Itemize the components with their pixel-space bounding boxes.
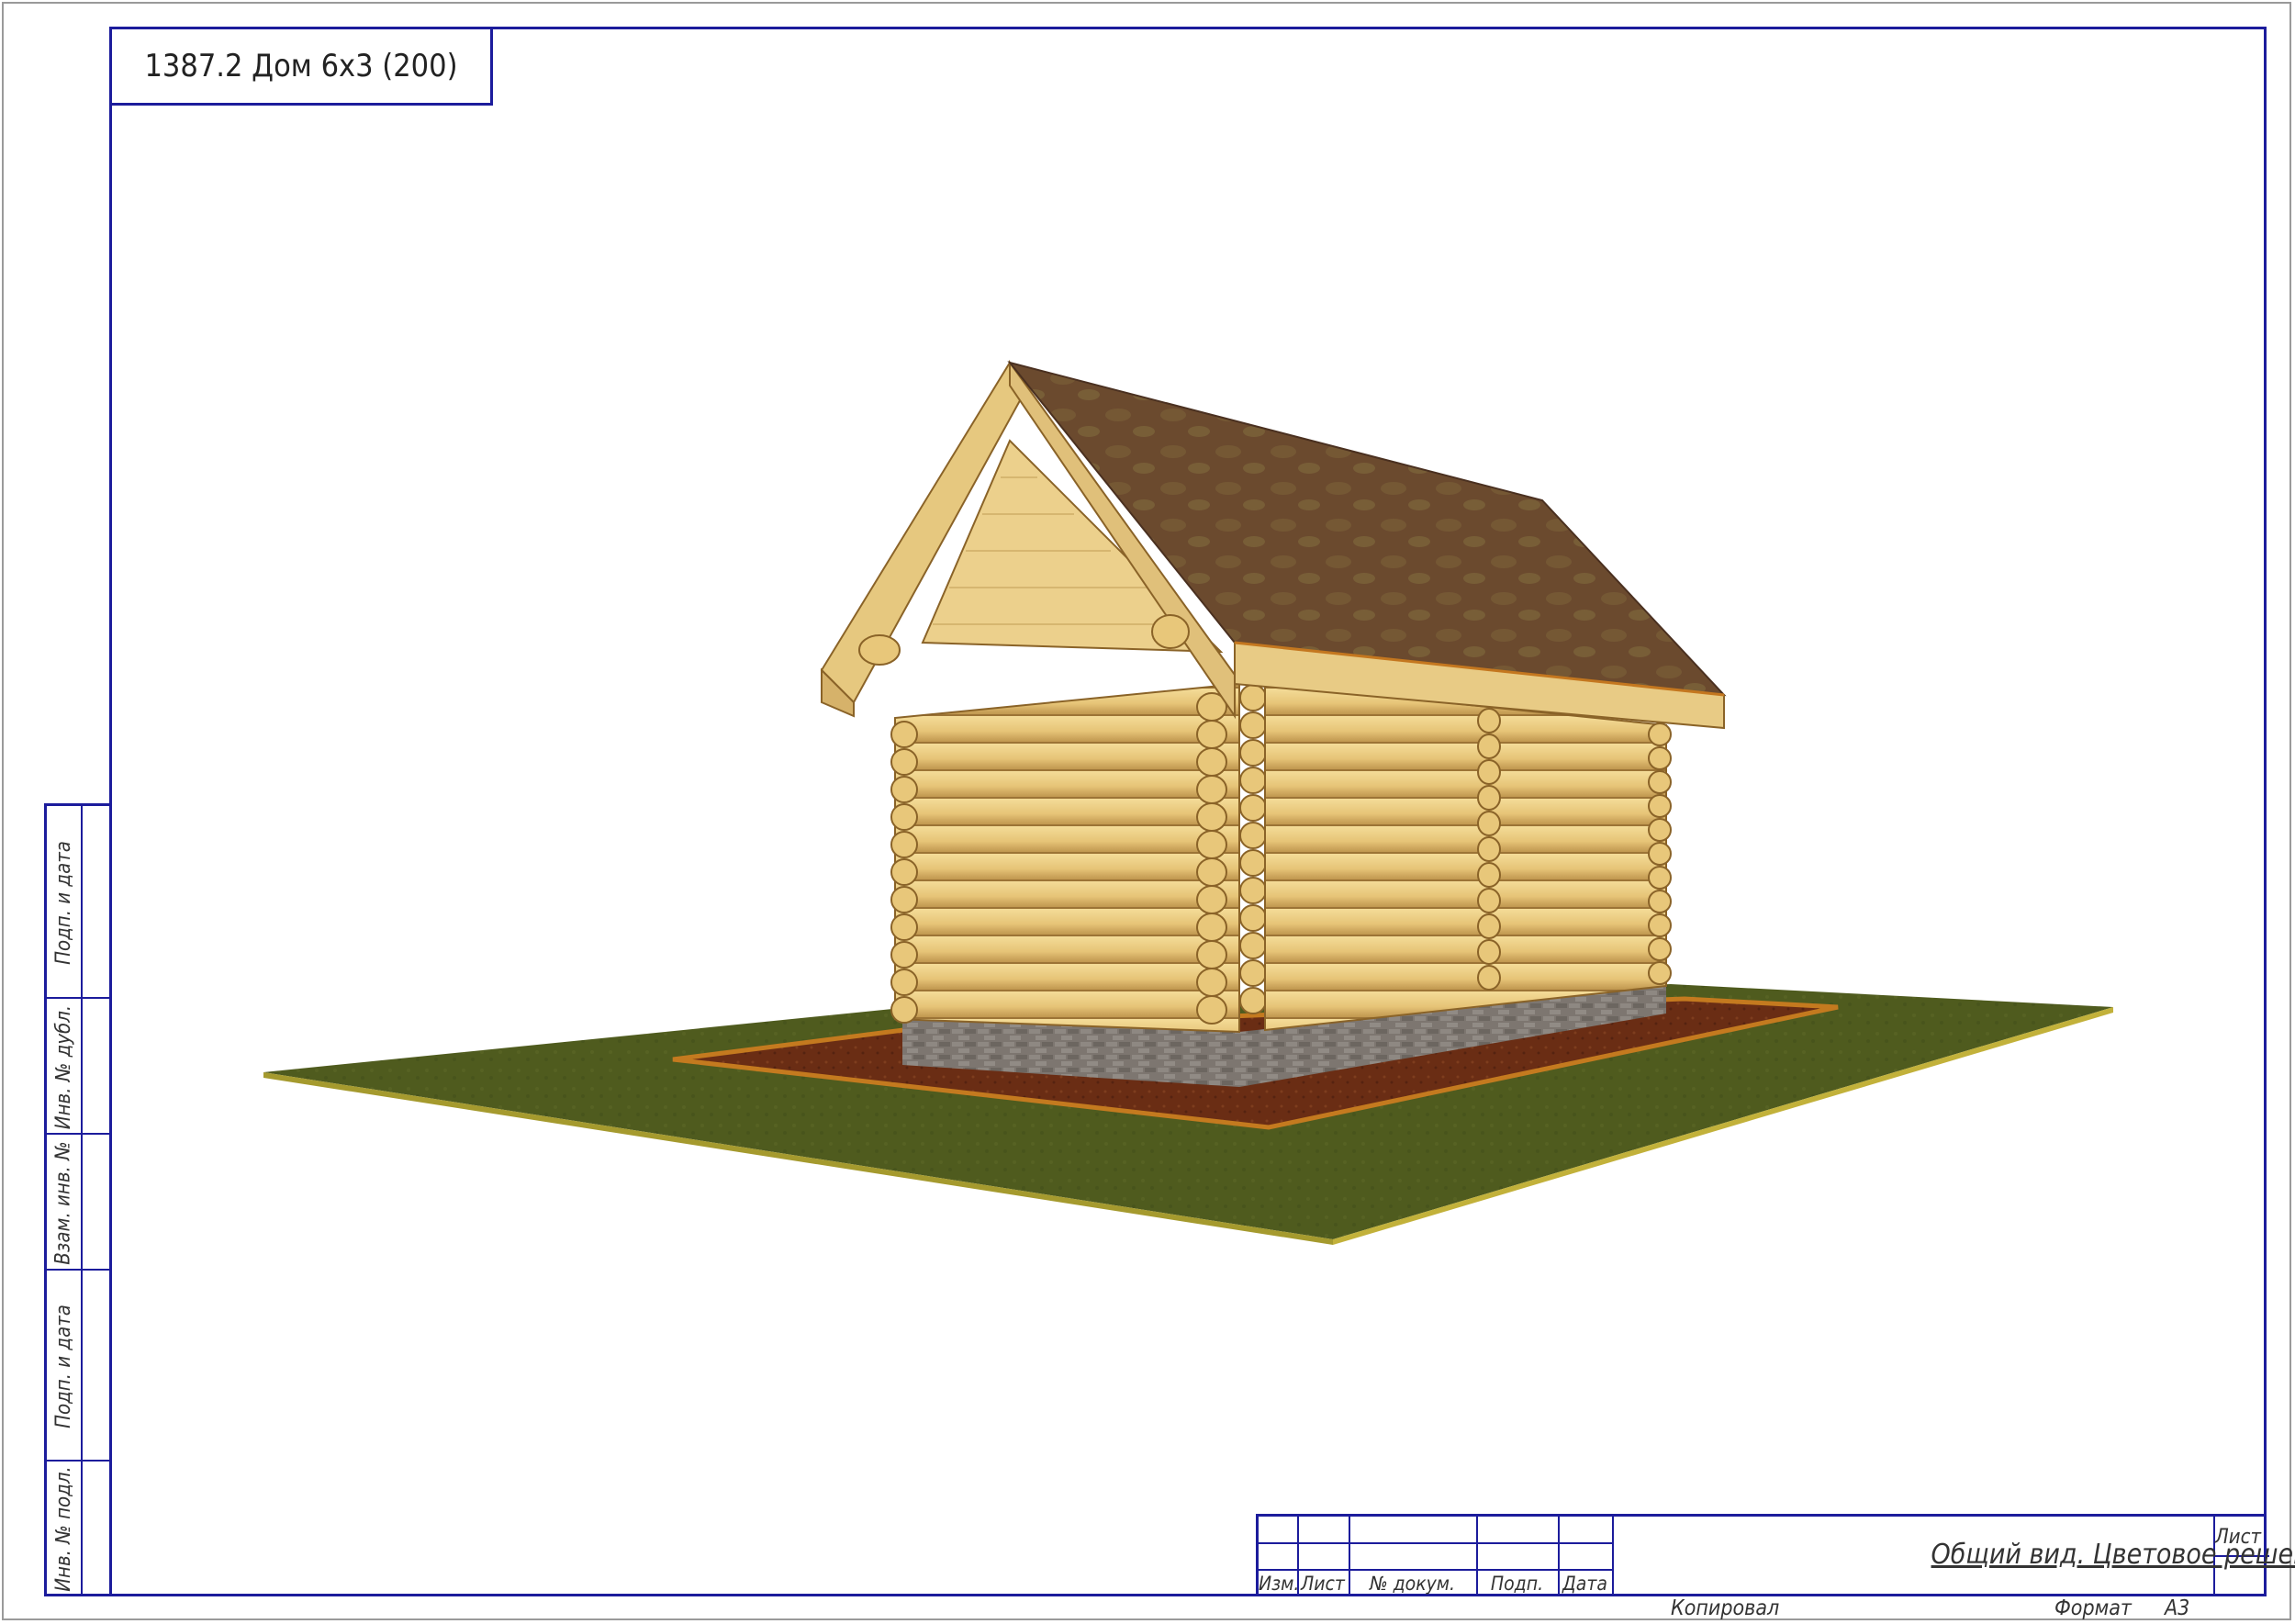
stamp-col-sheet: Лист (1301, 1573, 1345, 1595)
sheet-number-label: Лист (2214, 1526, 2261, 1549)
stamp-col-change: Изм. (1259, 1573, 1300, 1595)
side-label-orig-inv: Инв. № подл. (52, 1466, 76, 1592)
title-stamp: Изм. Лист № докум. Подп. Дата Общий вид.… (1256, 1514, 2295, 1596)
sheet-name: Общий вид. Цветовое решение. (1931, 1539, 2295, 1571)
project-title-text: 1387.2 Дом 6х3 (200) (144, 48, 458, 84)
side-label-sign-date-1: Подп. и дата (52, 840, 75, 965)
side-label-repl-inv: Взам. инв. № (52, 1140, 75, 1265)
project-title: 1387.2 Дом 6х3 (200) (109, 27, 493, 106)
stamp-col-date: Дата (1562, 1573, 1607, 1595)
format-value: А3 (2165, 1596, 2190, 1620)
stamp-col-doc-no: № докум. (1369, 1573, 1456, 1595)
format-label: Формат (2054, 1596, 2132, 1620)
stamp-col-sign: Подп. (1490, 1573, 1544, 1595)
side-stamp: Подп. и дата Инв. № дубл. Взам. инв. № П… (44, 803, 112, 1596)
side-label-dup-inv: Инв. № дубл. (52, 1004, 75, 1129)
copied-label: Копировал (1671, 1596, 1780, 1620)
drawing-frame (109, 27, 2267, 1596)
side-label-sign-date-2: Подп. и дата (52, 1304, 75, 1428)
